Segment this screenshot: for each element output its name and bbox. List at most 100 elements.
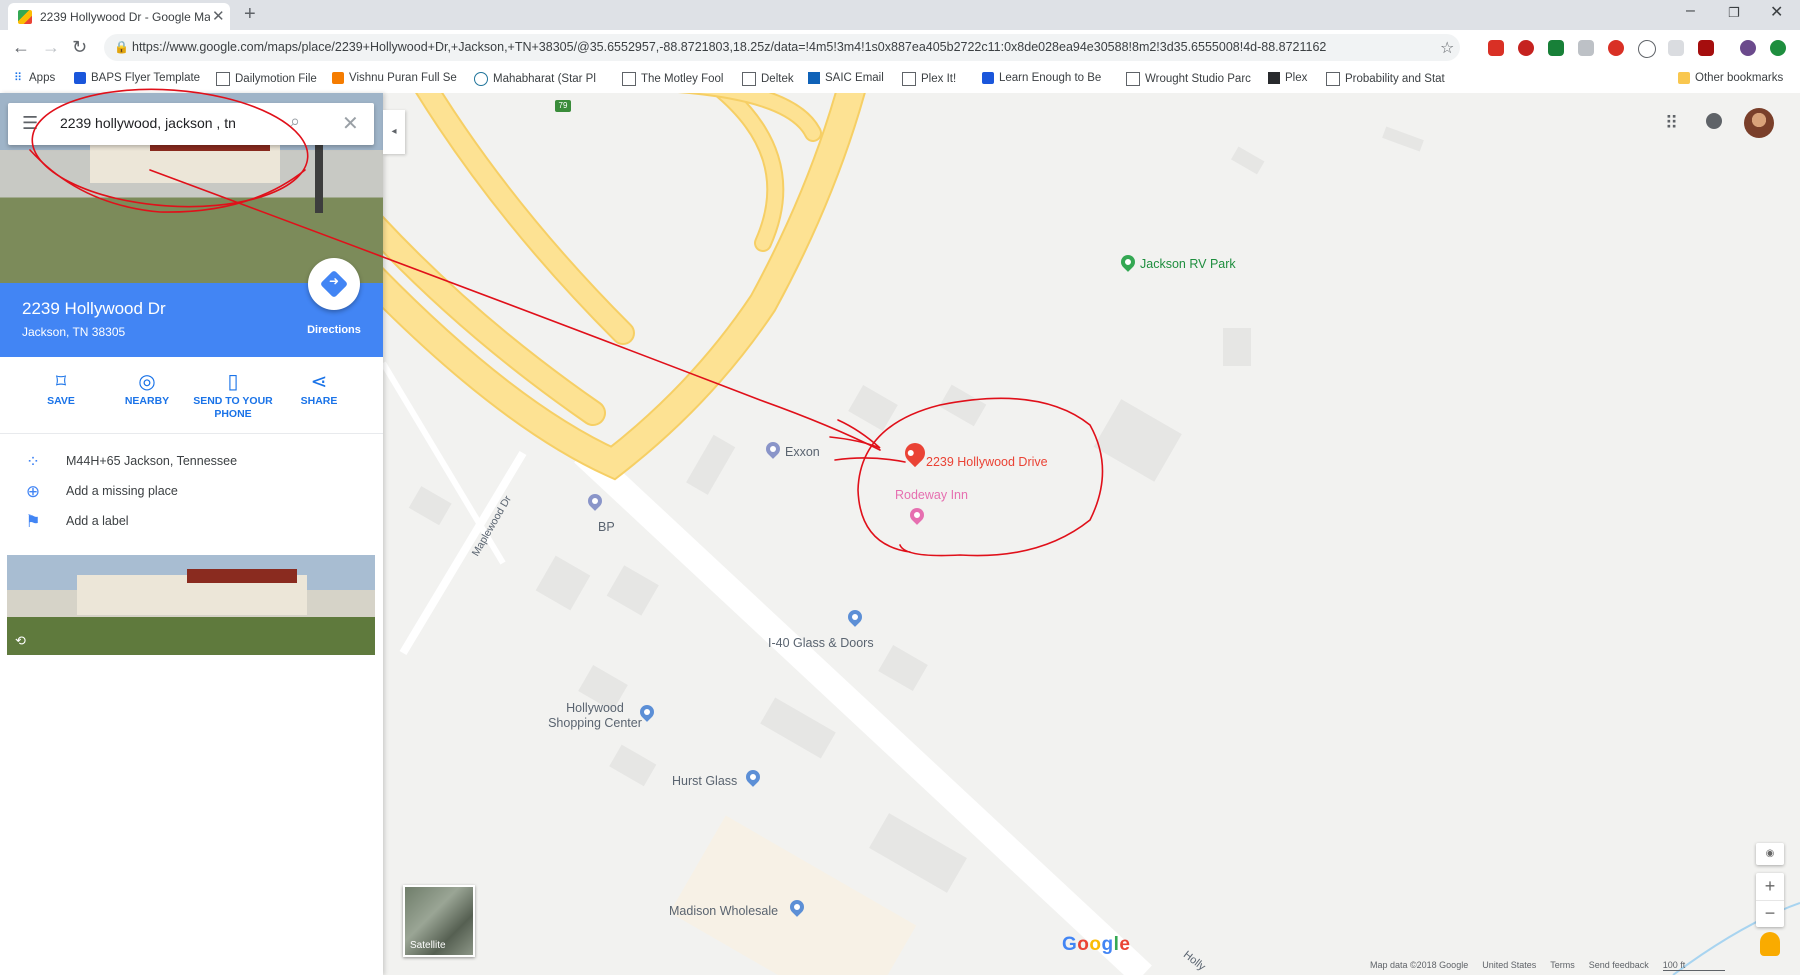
bookmark-star-icon[interactable]: ☆ bbox=[1440, 38, 1454, 58]
2239-hollywood-drive-label[interactable]: 2239 Hollywood Drive bbox=[926, 455, 1048, 469]
bookmark-item[interactable]: SAIC Email bbox=[808, 72, 884, 84]
bookmark-item[interactable]: The Motley Fool bbox=[622, 72, 723, 86]
terms-link[interactable]: Terms bbox=[1550, 960, 1575, 971]
region-link[interactable]: United States bbox=[1482, 960, 1536, 971]
lock-icon[interactable]: 🔒 bbox=[114, 40, 129, 54]
reload-icon[interactable]: ↻ bbox=[72, 37, 87, 58]
window-close-icon[interactable]: ✕ bbox=[1770, 2, 1783, 22]
send-to-phone-button[interactable]: ▯ SEND TO YOUR PHONE bbox=[190, 369, 276, 421]
map-roads bbox=[383, 93, 1800, 975]
page-icon bbox=[216, 72, 230, 86]
notifications-icon[interactable] bbox=[1706, 113, 1722, 129]
extension-icon[interactable] bbox=[1518, 40, 1534, 56]
bookmark-item[interactable]: Dailymotion File bbox=[216, 72, 317, 86]
bookmark-item[interactable]: Deltek bbox=[742, 72, 794, 86]
map-canvas[interactable]: 79 bbox=[383, 93, 1800, 975]
nearby-button[interactable]: ◎ NEARBY bbox=[104, 369, 190, 408]
nearby-label: NEARBY bbox=[124, 395, 170, 407]
page-icon bbox=[902, 72, 916, 86]
zoom-in-button[interactable]: + bbox=[1756, 873, 1784, 900]
bookmark-item[interactable]: Vishnu Puran Full Se bbox=[332, 72, 457, 84]
bookmark-item[interactable]: Wrought Studio Parc bbox=[1126, 72, 1251, 86]
extension-icon[interactable] bbox=[1668, 40, 1684, 56]
exxon-label[interactable]: Exxon bbox=[785, 445, 820, 459]
clear-search-icon[interactable]: ✕ bbox=[342, 111, 359, 136]
bookmark-label: Deltek bbox=[761, 73, 794, 85]
minimize-icon[interactable]: – bbox=[1686, 2, 1695, 20]
add-label-row[interactable]: ⚑ Add a label bbox=[0, 509, 383, 535]
bookmark-item[interactable]: BAPS Flyer Template bbox=[74, 72, 200, 84]
zoom-control: + − bbox=[1756, 873, 1784, 927]
street-view-360-icon[interactable]: ⟲ bbox=[15, 633, 26, 649]
extension-icon[interactable] bbox=[1608, 40, 1624, 56]
hollywood-shopping-center-label[interactable]: Hollywood Shopping Center bbox=[540, 701, 650, 731]
my-location-button[interactable]: ◉ bbox=[1756, 843, 1784, 865]
url-text[interactable]: https://www.google.com/maps/place/2239+H… bbox=[132, 40, 1432, 54]
bookmark-item[interactable]: Learn Enough to Be bbox=[982, 72, 1101, 84]
bookmark-label: Probability and Stat bbox=[1345, 73, 1445, 85]
save-button[interactable]: ⌑ SAVE bbox=[18, 369, 104, 408]
back-icon[interactable]: ← bbox=[12, 37, 30, 58]
bookmark-item[interactable]: Plex bbox=[1268, 72, 1307, 84]
madison-wholesale-label[interactable]: Madison Wholesale bbox=[669, 904, 778, 918]
tab-close-icon[interactable]: ✕ bbox=[212, 7, 225, 25]
tab-title: 2239 Hollywood Dr - Google Ma bbox=[40, 10, 210, 24]
new-tab-icon[interactable]: + bbox=[244, 3, 256, 26]
acrobat-extension-icon[interactable] bbox=[1698, 40, 1714, 56]
i-40-glass-and-doors-label[interactable]: I-40 Glass & Doors bbox=[768, 636, 874, 650]
account-avatar[interactable] bbox=[1744, 108, 1774, 138]
search-icon[interactable]: ⌕ bbox=[290, 111, 300, 132]
extension-icon[interactable] bbox=[1770, 40, 1786, 56]
satellite-toggle[interactable]: Satellite bbox=[403, 885, 475, 957]
bookmark-label: Plex bbox=[1285, 72, 1308, 84]
route-shield: 79 bbox=[555, 100, 571, 112]
site-icon bbox=[982, 72, 994, 84]
nearby-icon: ◎ bbox=[138, 371, 156, 393]
bookmark-label: Apps bbox=[29, 72, 56, 84]
menu-icon[interactable]: ☰ bbox=[22, 113, 38, 134]
share-icon: ⋖ bbox=[310, 371, 328, 393]
pegman-icon[interactable] bbox=[1760, 932, 1780, 956]
search-input[interactable] bbox=[58, 114, 252, 132]
zoom-out-button[interactable]: − bbox=[1756, 900, 1784, 928]
bookmark-item[interactable]: ⠿ Apps bbox=[12, 72, 55, 84]
add-missing-place-row[interactable]: ⊕ Add a missing place bbox=[0, 479, 383, 505]
plex-icon bbox=[1268, 72, 1280, 84]
extension-icon[interactable] bbox=[1548, 40, 1564, 56]
bookmark-label: Dailymotion File bbox=[235, 73, 317, 85]
share-label: SHARE bbox=[300, 395, 338, 407]
page-icon bbox=[622, 72, 636, 86]
bookmark-item[interactable]: Plex It! bbox=[902, 72, 956, 86]
rodeway-inn-label[interactable]: Rodeway Inn bbox=[895, 488, 968, 502]
search-box[interactable]: ☰ ⌕ ✕ bbox=[8, 103, 374, 145]
hurst-glass-label[interactable]: Hurst Glass bbox=[672, 774, 737, 788]
page-icon bbox=[742, 72, 756, 86]
bp-label[interactable]: BP bbox=[598, 520, 615, 534]
scale-bar[interactable]: 100 ft bbox=[1662, 960, 1726, 971]
plus-code-row[interactable]: ⁘ M44H+65 Jackson, Tennessee bbox=[0, 449, 383, 475]
satellite-label: Satellite bbox=[410, 940, 446, 951]
divider bbox=[0, 433, 383, 434]
extension-icon[interactable] bbox=[1488, 40, 1504, 56]
jackson-rv-park-label[interactable]: Jackson RV Park bbox=[1140, 257, 1236, 271]
forward-icon[interactable]: → bbox=[42, 37, 60, 58]
add-label-text: Add a label bbox=[66, 514, 129, 528]
outlook-icon bbox=[808, 72, 820, 84]
directions-label[interactable]: Directions bbox=[290, 324, 378, 336]
bookmark-item[interactable]: Mahabharat (Star Pl bbox=[474, 72, 596, 86]
plus-code-text: M44H+65 Jackson, Tennessee bbox=[66, 454, 238, 468]
browser-tab[interactable]: 2239 Hollywood Dr - Google Ma ✕ bbox=[8, 3, 230, 30]
profile-avatar-icon[interactable] bbox=[1740, 40, 1756, 56]
omnibox[interactable]: 🔒 https://www.google.com/maps/place/2239… bbox=[104, 34, 1460, 61]
apps-grid-icon[interactable]: ⠿ bbox=[1665, 113, 1678, 134]
extension-icon[interactable] bbox=[1638, 40, 1656, 58]
bookmark-item[interactable]: Probability and Stat bbox=[1326, 72, 1445, 86]
restore-icon[interactable]: ❐ bbox=[1728, 5, 1740, 21]
send-feedback-link[interactable]: Send feedback bbox=[1589, 960, 1649, 971]
other-bookmarks[interactable]: Other bookmarks bbox=[1678, 72, 1783, 84]
street-view-photo[interactable]: ⟲ bbox=[7, 555, 375, 655]
directions-button[interactable] bbox=[308, 258, 360, 310]
share-button[interactable]: ⋖ SHARE bbox=[276, 369, 362, 408]
collapse-panel-button[interactable]: ◂ bbox=[383, 110, 405, 154]
extension-icon[interactable] bbox=[1578, 40, 1594, 56]
